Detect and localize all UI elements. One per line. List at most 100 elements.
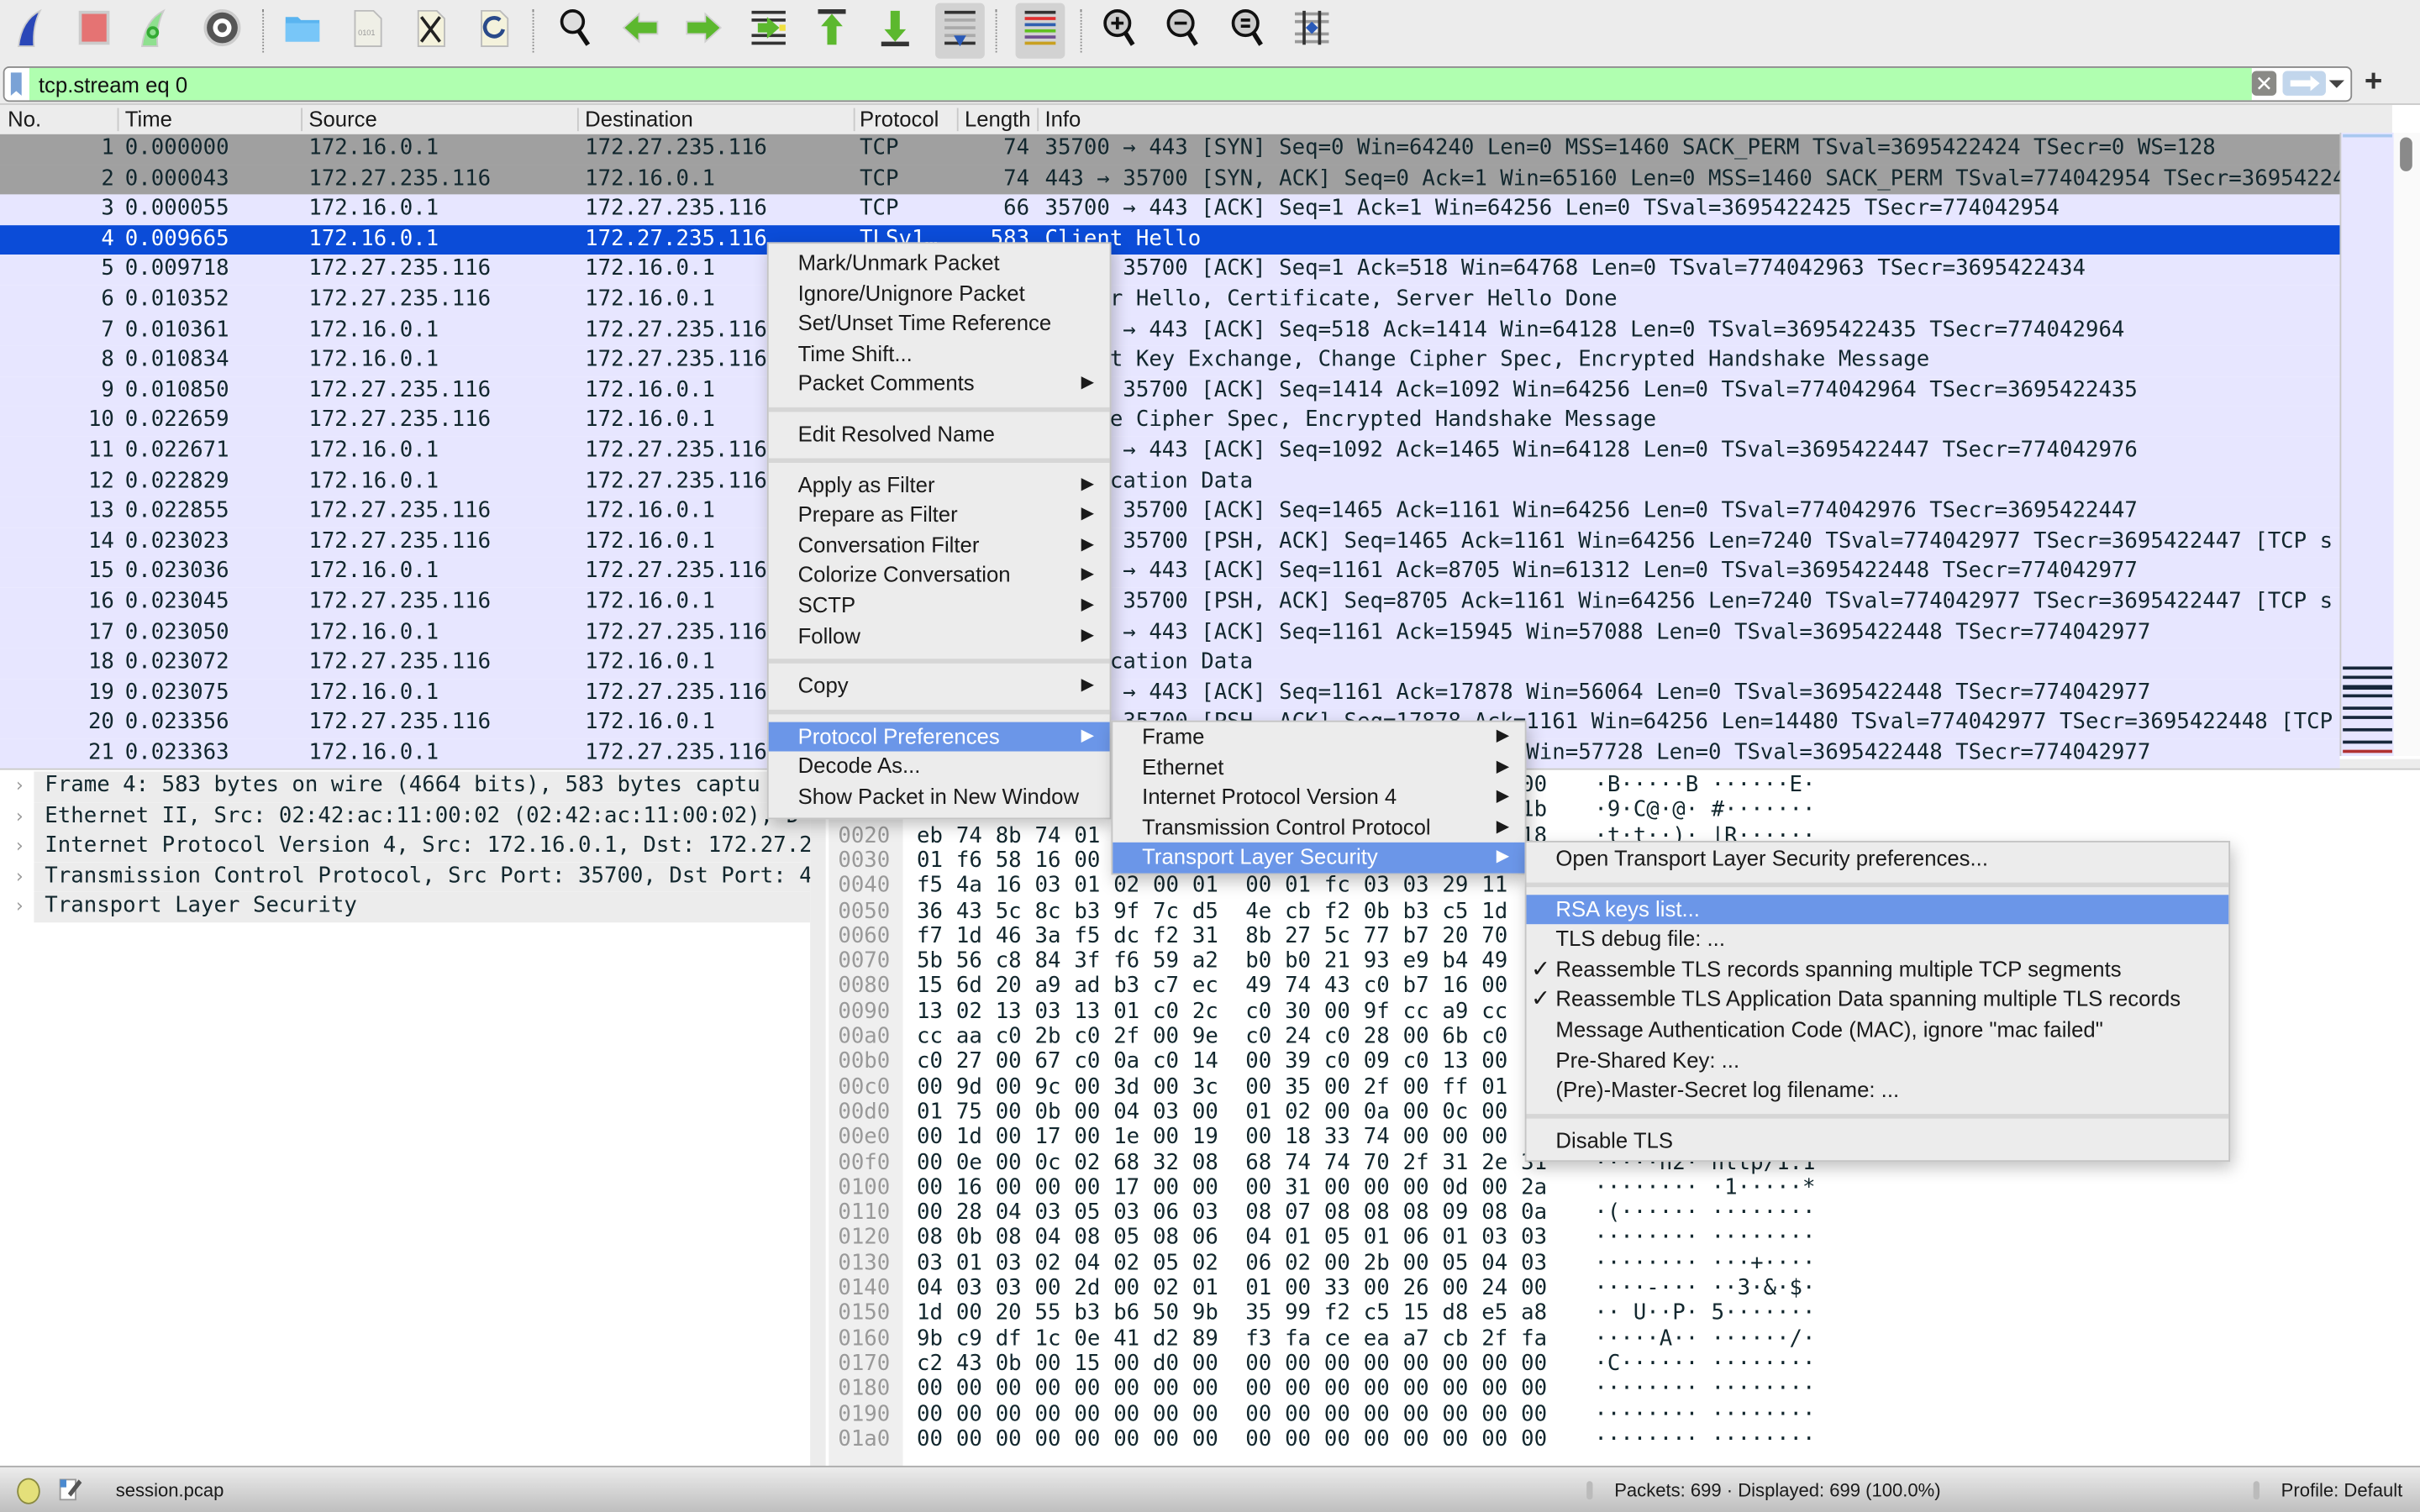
hex-byte[interactable]: 2f <box>1113 1025 1139 1050</box>
hex-byte[interactable]: 33 <box>1324 1125 1350 1150</box>
hex-byte[interactable]: 00 <box>1285 1352 1311 1377</box>
hex-byte[interactable]: 00 <box>1074 1377 1100 1402</box>
hex-byte[interactable]: 00 <box>996 1175 1022 1200</box>
hex-byte[interactable]: 04 <box>996 1200 1022 1226</box>
hex-byte[interactable]: 1d <box>956 924 982 949</box>
hex-byte[interactable]: 31 <box>1442 1150 1468 1175</box>
hex-byte[interactable]: 00 <box>917 1402 943 1427</box>
hex-byte[interactable]: 00 <box>1364 1402 1390 1427</box>
menu-item-time-shift[interactable]: Time Shift... <box>769 339 1110 370</box>
hex-byte[interactable]: 17 <box>1113 1175 1139 1200</box>
hex-byte[interactable]: ad <box>1074 974 1100 1000</box>
hex-byte[interactable]: 43 <box>956 1352 982 1377</box>
chevron-right-icon[interactable]: › <box>14 801 25 832</box>
hex-byte[interactable]: c0 <box>1074 1050 1100 1075</box>
chevron-right-icon[interactable]: › <box>14 771 25 801</box>
hex-byte[interactable]: 00 <box>1192 1427 1218 1452</box>
packet-row[interactable]: 6 0.010352 172.27.235.116 172.16.0.1 Server … <box>0 285 2340 316</box>
hex-byte[interactable]: 00 <box>1442 1377 1468 1402</box>
hex-byte[interactable]: c0 <box>1364 974 1390 1000</box>
hex-byte[interactable]: 00 <box>917 1125 943 1150</box>
hex-byte[interactable]: 08 <box>1324 1200 1350 1226</box>
hex-byte[interactable]: b3 <box>1074 899 1100 924</box>
hex-byte[interactable]: df <box>996 1326 1022 1352</box>
hex-byte[interactable]: 09 <box>1442 1200 1468 1226</box>
hex-byte[interactable]: 70 <box>1481 924 1507 949</box>
hex-byte[interactable]: 00 <box>917 1377 943 1402</box>
ascii-text[interactable]: ········ ········ <box>1594 1402 1815 1427</box>
hex-byte[interactable]: 00 <box>1074 1175 1100 1200</box>
hex-byte[interactable]: 05 <box>1074 1200 1100 1226</box>
ascii-text[interactable]: ····-··· ··3·&·$· <box>1594 1276 1815 1301</box>
hex-byte[interactable]: 01 <box>917 1100 943 1125</box>
hex-byte[interactable]: 16 <box>956 1175 982 1200</box>
hex-byte[interactable]: 00 <box>1074 1427 1100 1452</box>
menu-item-reassemble-tls-records-spanning-multiple-tcp-segments[interactable]: ✓ Reassemble TLS records spanning multipl… <box>1527 955 2229 985</box>
hex-byte[interactable]: 6b <box>1442 1025 1468 1050</box>
hex-byte[interactable]: 03 <box>996 1276 1022 1301</box>
hex-byte[interactable]: 00 <box>1403 1251 1429 1276</box>
menu-item-packet-comments[interactable]: Packet Comments ▶ <box>769 370 1110 400</box>
hex-byte[interactable]: 00 <box>1521 1402 1547 1427</box>
hex-byte[interactable]: 03 <box>1403 874 1429 899</box>
hex-byte[interactable]: f2 <box>1324 1301 1350 1326</box>
hex-byte[interactable]: 32 <box>1153 1150 1179 1175</box>
hex-byte[interactable]: 21 <box>1324 949 1350 974</box>
hex-byte[interactable]: 30 <box>1285 1000 1311 1025</box>
ascii-text[interactable]: ········ ·1·····* <box>1594 1175 1815 1200</box>
hex-byte[interactable]: 00 <box>1192 1402 1218 1427</box>
hex-byte[interactable]: 67 <box>1035 1050 1061 1075</box>
hex-byte[interactable]: 02 <box>1074 1150 1100 1175</box>
menu-item-reassemble-tls-application-data-spanning-multiple-tls-records[interactable]: ✓ Reassemble TLS Application Data spannin… <box>1527 985 2229 1016</box>
hex-byte[interactable]: 00 <box>996 1125 1022 1150</box>
packet-row[interactable]: 16 0.023045 172.27.235.116 172.16.0.1 443 → … <box>0 587 2340 618</box>
column-header-protocol[interactable]: Protocol <box>860 107 955 131</box>
hex-byte[interactable]: 00 <box>996 1150 1022 1175</box>
hex-byte[interactable]: 04 <box>1074 1251 1100 1276</box>
ascii-text[interactable]: ········ ········ <box>1594 1427 1815 1452</box>
hex-byte[interactable]: c0 <box>1403 1050 1429 1075</box>
hex-byte[interactable]: 00 <box>1521 1352 1547 1377</box>
hex-byte[interactable]: 00 <box>1521 1377 1547 1402</box>
hex-byte[interactable]: 74 <box>1324 1150 1350 1175</box>
hex-byte[interactable]: 03 <box>1521 1251 1547 1276</box>
ascii-text[interactable]: ·9·C@·@· #······· <box>1594 798 1815 823</box>
hex-byte[interactable]: 56 <box>956 949 982 974</box>
hex-byte[interactable]: 06 <box>1403 1226 1429 1251</box>
packet-row[interactable]: 11 0.022671 172.16.0.1 172.27.235.116 35700 … <box>0 436 2340 467</box>
packet-row[interactable]: 15 0.023036 172.16.0.1 172.27.235.116 35700 … <box>0 557 2340 588</box>
hex-byte[interactable]: 03 <box>1364 874 1390 899</box>
menu-item-set-unset-time-reference[interactable]: Set/Unset Time Reference <box>769 309 1110 339</box>
hex-byte[interactable]: 00 <box>1153 1377 1179 1402</box>
hex-byte[interactable]: 01 <box>1245 1276 1271 1301</box>
hex-byte[interactable]: 16 <box>1442 974 1468 1000</box>
column-header-no[interactable]: No. <box>8 107 116 131</box>
detail-tree-item[interactable]: › Transmission Control Protocol, Src Port… <box>0 862 810 893</box>
hex-byte[interactable]: c0 <box>917 1050 943 1075</box>
resize-columns-button[interactable] <box>1287 6 1337 55</box>
menu-item-edit-resolved-name[interactable]: Edit Resolved Name <box>769 420 1110 450</box>
hex-byte[interactable]: c7 <box>1153 974 1179 1000</box>
menu-item-apply-as-filter[interactable]: Apply as Filter ▶ <box>769 470 1110 500</box>
hex-byte[interactable]: 24 <box>1481 1276 1507 1301</box>
ascii-text[interactable]: ·C······ ········ <box>1594 1352 1815 1377</box>
hex-byte[interactable]: c0 <box>1153 1000 1179 1025</box>
hex-byte[interactable]: 9b <box>917 1326 943 1352</box>
hex-byte[interactable]: 0b <box>1035 1100 1061 1125</box>
hex-byte[interactable]: f6 <box>1113 949 1139 974</box>
status-divider[interactable] <box>1586 1481 1593 1500</box>
hex-byte[interactable]: 00 <box>1192 1377 1218 1402</box>
hex-byte[interactable]: 36 <box>917 899 943 924</box>
hex-byte[interactable]: eb <box>917 823 943 848</box>
hex-byte[interactable]: 3c <box>1192 1074 1218 1100</box>
hex-byte[interactable]: 00 <box>1442 1276 1468 1301</box>
hex-byte[interactable]: 28 <box>956 1200 982 1226</box>
hex-byte[interactable]: 00 <box>1035 1352 1061 1377</box>
menu-item-follow[interactable]: Follow ▶ <box>769 621 1110 651</box>
menu-item-prepare-as-filter[interactable]: Prepare as Filter ▶ <box>769 500 1110 530</box>
hex-byte[interactable]: b4 <box>1442 949 1468 974</box>
hex-byte[interactable]: f2 <box>1153 924 1179 949</box>
hex-byte[interactable]: 00 <box>1245 1427 1271 1452</box>
hex-byte[interactable]: 08 <box>1153 1226 1179 1251</box>
hex-byte[interactable]: 00 <box>1481 1050 1507 1075</box>
